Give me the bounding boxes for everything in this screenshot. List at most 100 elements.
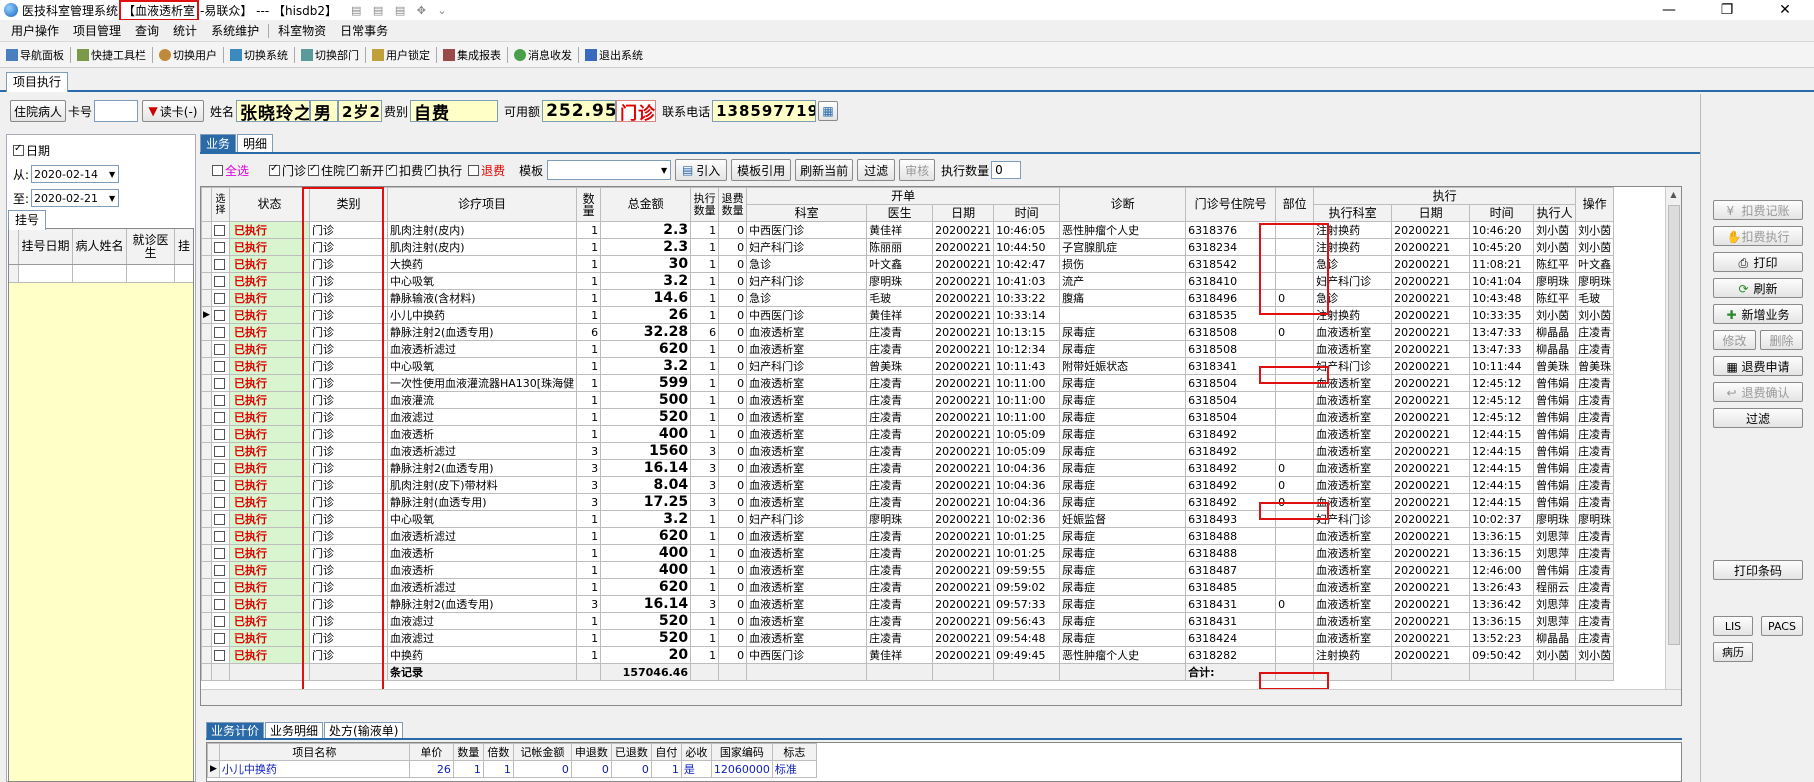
menu-user-ops[interactable]: 用户操作 [4, 20, 66, 42]
switch-system-button[interactable]: 切换系统 [226, 47, 292, 63]
col-refund-qty[interactable]: 退费数量 [718, 187, 748, 222]
charge-checkbox[interactable] [386, 163, 398, 176]
col-doctor[interactable]: 就诊医生 [127, 229, 175, 264]
table-row[interactable]: 已执行 门诊 血液透析滤过 1 620 1 0 血液透析室 庄凌青 20200221 10:01:2… [201, 527, 1615, 545]
row-select-checkbox[interactable] [214, 242, 225, 253]
col-flag[interactable]: 标志 [771, 743, 817, 761]
right-filter-button[interactable]: 过滤 [1713, 408, 1803, 428]
table-row[interactable]: 已执行 门诊 血液滤过 1 520 1 0 血液透析室 庄凌青 20200221 09:56:43 尿… [201, 612, 1615, 630]
tab-registration[interactable]: 挂号 [8, 210, 47, 230]
row-select-checkbox[interactable] [214, 599, 225, 610]
row-select-checkbox[interactable] [214, 327, 225, 338]
medical-record-button[interactable]: 病历 [1713, 642, 1753, 662]
row-select-checkbox[interactable] [214, 361, 225, 372]
table-row[interactable]: 已执行 门诊 血液滤过 1 520 1 0 血液透析室 庄凌青 20200221 09:54:48 尿… [201, 629, 1615, 647]
col-patient-name[interactable]: 病人姓名 [73, 229, 127, 264]
col-select[interactable]: 选择 [211, 187, 230, 222]
menu-daily[interactable]: 日常事务 [333, 20, 395, 42]
reports-button[interactable]: 集成报表 [439, 47, 505, 63]
menu-sys-maint[interactable]: 系统维护 [204, 20, 266, 42]
tab-business[interactable]: 业务 [200, 134, 237, 152]
table-row[interactable]: 已执行 门诊 血液透析 1 400 1 0 血液透析室 庄凌青 20200221 10:05:09 尿… [201, 425, 1615, 443]
row-select-checkbox[interactable] [214, 480, 225, 491]
lis-button[interactable]: LIS [1713, 616, 1753, 636]
template-ref-button[interactable]: 模板引用 [731, 159, 792, 181]
row-select-checkbox[interactable] [214, 514, 225, 525]
delete-button[interactable]: 删除 [1760, 330, 1803, 350]
template-select[interactable]: ▼ [547, 160, 672, 180]
row-select-checkbox[interactable] [214, 310, 225, 321]
date-to-picker[interactable]: 2020-02-21 ▼ [31, 189, 120, 207]
col-self-pay[interactable]: 自付 [650, 743, 682, 761]
inpatient-checkbox[interactable] [308, 163, 320, 176]
tab-business-detail[interactable]: 业务明细 [265, 722, 324, 738]
table-row[interactable]: 已执行 门诊 血液透析滤过 3 1560 3 0 血液透析室 庄凌青 20200221 10:05:… [201, 442, 1615, 460]
charge-record-button[interactable]: ¥ 扣费记账 [1713, 200, 1803, 220]
date-from-picker[interactable]: 2020-02-14 ▼ [31, 165, 120, 183]
grid-vertical-scrollbar[interactable]: ▲ [1665, 187, 1681, 705]
nav-panel-button[interactable]: 导航面板 [2, 47, 68, 63]
row-select-checkbox[interactable] [214, 429, 225, 440]
col-reg-date[interactable]: 挂号日期 [19, 229, 73, 264]
col-exec-dept[interactable]: 执行科室 [1313, 204, 1393, 222]
row-select-checkbox[interactable] [214, 548, 225, 559]
patient-type-button[interactable]: 住院病人 [10, 100, 66, 122]
row-select-checkbox[interactable] [214, 616, 225, 627]
col-refunded[interactable]: 已退数 [610, 743, 652, 761]
table-row[interactable]: 已执行 门诊 静脉注射2(血透专用) 3 16.14 3 0 血液透析室 庄凌青 20200221… [201, 595, 1615, 613]
row-select-checkbox[interactable] [214, 531, 225, 542]
row-select-checkbox[interactable] [214, 633, 225, 644]
row-select-checkbox[interactable] [214, 650, 225, 661]
new-checkbox[interactable] [347, 163, 359, 176]
messages-button[interactable]: 消息收发 [510, 47, 576, 63]
col-item-name[interactable]: 项目名称 [218, 743, 410, 761]
print-barcode-button[interactable]: 打印条码 [1713, 560, 1803, 580]
table-row[interactable]: 已执行 门诊 肌肉注射(皮下)带材料 3 8.04 3 0 血液透析室 庄凌青 20200221 1… [201, 476, 1615, 494]
col-item[interactable]: 诊疗项目 [386, 187, 578, 222]
execute-checkbox[interactable] [425, 163, 437, 176]
tab-detail[interactable]: 明细 [237, 134, 274, 152]
table-row[interactable]: 已执行 门诊 血液透析滤过 1 620 1 0 血液透析室 庄凌青 20200221 10:12:3… [201, 340, 1615, 358]
user-lock-button[interactable]: 用户锁定 [368, 47, 434, 63]
switch-user-button[interactable]: 切换用户 [155, 47, 221, 63]
select-all-checkbox[interactable] [212, 164, 223, 176]
col-total[interactable]: 总金额 [600, 187, 692, 222]
switch-dept-button[interactable]: 切换部门 [297, 47, 363, 63]
table-row[interactable]: ▶ 小儿中换药 26 1 1 0 0 0 1 是 12060000 标准 [207, 760, 817, 778]
table-row[interactable]: 已执行 门诊 静脉注射2(血透专用) 3 16.14 3 0 血液透析室 庄凌青 20200221… [201, 459, 1615, 477]
row-select-checkbox[interactable] [214, 412, 225, 423]
col-order-dept[interactable]: 科室 [746, 204, 868, 222]
col-national-code[interactable]: 国家编码 [710, 743, 773, 761]
refresh-current-button[interactable]: 刷新当前 [795, 159, 854, 181]
menu-project-mgmt[interactable]: 项目管理 [66, 20, 128, 42]
col-executor[interactable]: 执行人 [1533, 204, 1577, 222]
tab-project-execute[interactable]: 项目执行 [6, 72, 69, 92]
row-select-checkbox[interactable] [214, 565, 225, 576]
table-row[interactable]: 已执行 门诊 血液透析 1 400 1 0 血液透析室 庄凌青 20200221 09:59:55 尿… [201, 561, 1615, 579]
print-button[interactable]: ⎙ 打印 [1713, 252, 1803, 272]
exec-qty-input[interactable]: 0 [991, 161, 1022, 179]
table-row[interactable]: 已执行 门诊 中换药 1 20 1 0 中西医门诊 黄佳祥 20200221 09:49:45 恶性肿… [201, 646, 1615, 664]
restore-icon[interactable]: ❐ [1698, 0, 1756, 20]
tab-business-pricing[interactable]: 业务计价 [206, 722, 265, 738]
col-refund-request[interactable]: 申退数 [570, 743, 612, 761]
col-exec-date[interactable]: 日期 [1391, 204, 1471, 222]
table-row[interactable]: 已执行 门诊 一次性使用血液灌流器HA130[珠海健 1 599 1 0 血液透析室 庄凌青 20… [201, 374, 1615, 392]
pacs-button[interactable]: PACS [1761, 616, 1803, 636]
grid-horizontal-scrollbar[interactable] [201, 689, 1681, 705]
table-row[interactable] [9, 265, 193, 283]
new-business-button[interactable]: ✚ 新增业务 [1713, 304, 1803, 324]
close-icon[interactable]: ✕ [1756, 0, 1814, 20]
menu-query[interactable]: 查询 [128, 20, 166, 42]
card-number-input[interactable] [94, 100, 139, 122]
row-select-checkbox[interactable] [214, 463, 225, 474]
table-row[interactable]: ▶ 已执行 门诊 小儿中换药 1 26 1 0 中西医门诊 黄佳祥 20200221 10:33:14… [201, 306, 1615, 324]
filter-button[interactable]: 过滤 [857, 159, 896, 181]
row-select-checkbox[interactable] [214, 395, 225, 406]
table-row[interactable]: 已执行 门诊 中心吸氧 1 3.2 1 0 妇产科门诊 曾美珠 20200221 10:11:43 附… [201, 357, 1615, 375]
table-row[interactable]: 已执行 门诊 大换药 1 30 1 0 急诊 叶文鑫 20200221 10:42:47 损伤 6318… [201, 255, 1615, 273]
col-reg[interactable]: 挂 [175, 229, 193, 264]
date-checkbox[interactable] [13, 143, 24, 156]
menu-stats[interactable]: 统计 [166, 20, 204, 42]
outpatient-checkbox[interactable] [269, 163, 281, 176]
